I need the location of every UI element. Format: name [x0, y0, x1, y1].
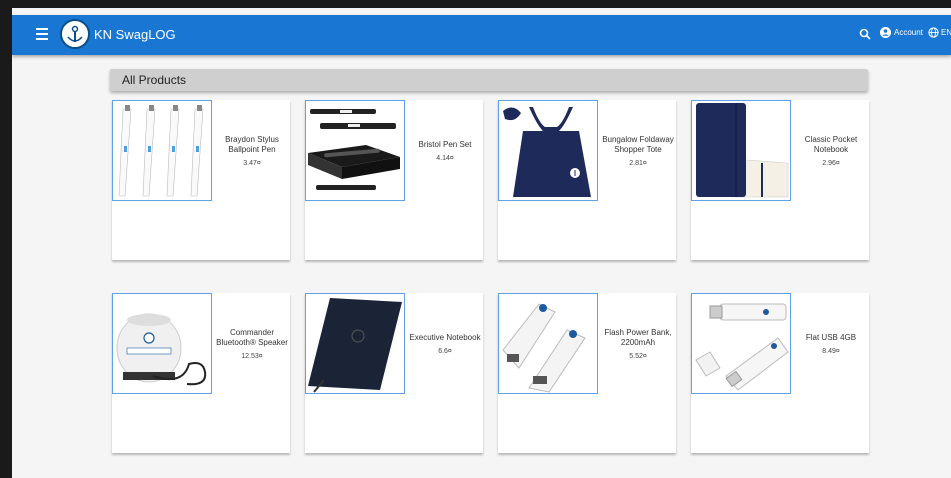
product-info: Commander Bluetooth® Speaker 12.53¤ [214, 293, 290, 394]
product-info: Flash Power Bank, 2200mAh 5.52¤ [600, 293, 676, 394]
product-image[interactable] [498, 100, 598, 201]
product-name[interactable]: Bungalow Foldaway Shopper Tote [600, 135, 676, 155]
product-card[interactable]: Commander Bluetooth® Speaker 12.53¤ [112, 293, 290, 453]
product-image[interactable] [691, 293, 791, 394]
product-price: 12.53¤ [241, 352, 263, 360]
product-card[interactable]: Bungalow Foldaway Shopper Tote 2.81¤ [498, 100, 676, 260]
product-price: 8.49¤ [822, 347, 840, 355]
product-image[interactable] [112, 100, 212, 201]
product-name[interactable]: Commander Bluetooth® Speaker [214, 328, 290, 348]
section-title: All Products [122, 73, 187, 87]
account-button[interactable]: Account [880, 27, 923, 38]
product-info: Flat USB 4GB 8.49¤ [793, 293, 869, 394]
globe-icon [928, 27, 939, 38]
menu-icon[interactable] [36, 28, 48, 42]
product-info: Bungalow Foldaway Shopper Tote 2.81¤ [600, 100, 676, 201]
product-card[interactable]: Flash Power Bank, 2200mAh 5.52¤ [498, 293, 676, 453]
product-price: 3.47¤ [243, 159, 261, 167]
account-label: Account [894, 28, 923, 37]
language-button[interactable]: EN [928, 27, 951, 38]
product-card[interactable]: Flat USB 4GB 8.49¤ [691, 293, 869, 453]
product-info: Classic Pocket Notebook 2.96¤ [793, 100, 869, 201]
app-bar: KN SwagLOG Account EN [12, 15, 951, 55]
product-card[interactable]: Bristol Pen Set 4.14¤ [305, 100, 483, 260]
product-price: 6.6¤ [438, 347, 452, 355]
account-icon [880, 27, 891, 38]
product-name[interactable]: Flash Power Bank, 2200mAh [600, 328, 676, 348]
app-frame: KN SwagLOG Account EN All Products Brayd… [12, 8, 951, 478]
product-image[interactable] [112, 293, 212, 394]
product-name[interactable]: Braydon Stylus Ballpoint Pen [214, 135, 290, 155]
product-price: 4.14¤ [436, 154, 454, 162]
product-info: Executive Notebook 6.6¤ [407, 293, 483, 394]
product-image[interactable] [498, 293, 598, 394]
product-card[interactable]: Executive Notebook 6.6¤ [305, 293, 483, 453]
product-image[interactable] [305, 100, 405, 201]
product-name[interactable]: Bristol Pen Set [419, 140, 472, 150]
product-info: Bristol Pen Set 4.14¤ [407, 100, 483, 201]
product-card[interactable]: Braydon Stylus Ballpoint Pen 3.47¤ [112, 100, 290, 260]
language-label: EN [941, 28, 951, 37]
anchor-logo-icon[interactable] [60, 19, 90, 49]
app-title[interactable]: KN SwagLOG [94, 27, 176, 42]
product-price: 2.81¤ [629, 159, 647, 167]
product-name[interactable]: Executive Notebook [409, 333, 480, 343]
product-price: 5.52¤ [629, 352, 647, 360]
product-price: 2.96¤ [822, 159, 840, 167]
product-info: Braydon Stylus Ballpoint Pen 3.47¤ [214, 100, 290, 201]
product-name[interactable]: Classic Pocket Notebook [793, 135, 869, 155]
section-header: All Products [110, 69, 868, 91]
search-icon[interactable] [859, 28, 871, 40]
product-card[interactable]: Classic Pocket Notebook 2.96¤ [691, 100, 869, 260]
product-name[interactable]: Flat USB 4GB [806, 333, 856, 343]
product-image[interactable] [691, 100, 791, 201]
product-image[interactable] [305, 293, 405, 394]
